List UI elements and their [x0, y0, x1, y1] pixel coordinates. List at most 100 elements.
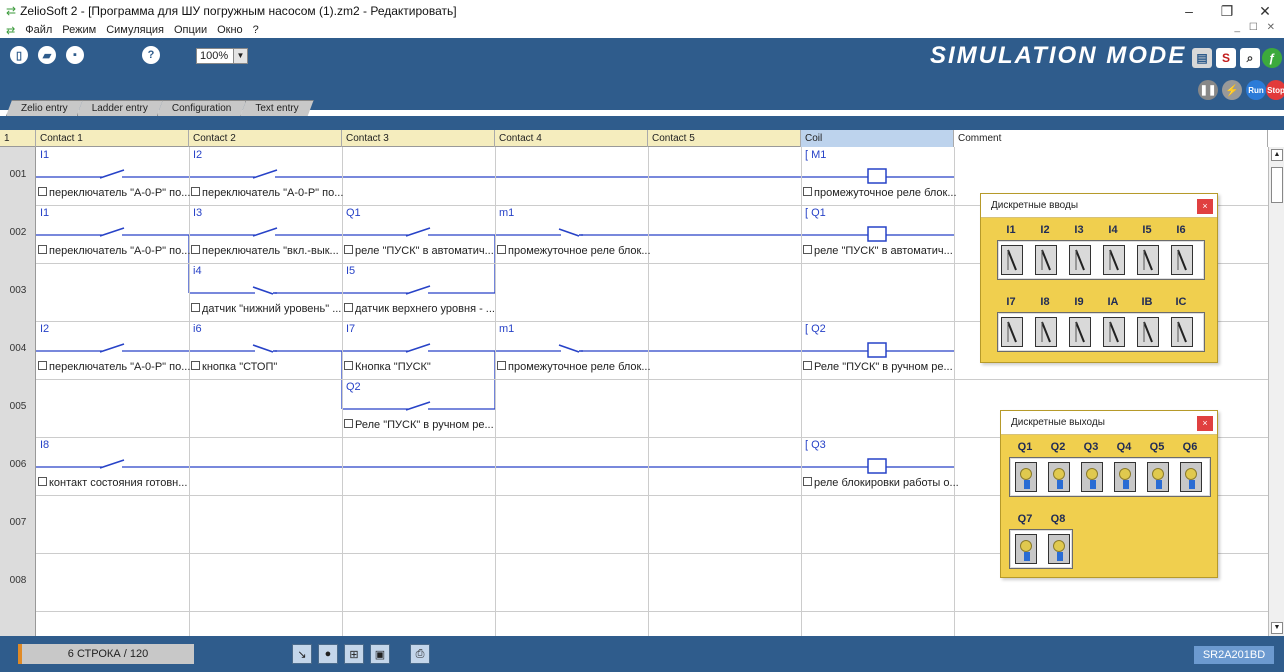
- run-button[interactable]: Run: [1246, 80, 1266, 100]
- input-switch-icon[interactable]: [1171, 245, 1193, 275]
- no-contact-symbol[interactable]: [99, 169, 125, 179]
- help-icon[interactable]: ?: [142, 46, 160, 64]
- no-contact-symbol[interactable]: [405, 227, 431, 237]
- nc-contact-symbol[interactable]: [558, 344, 583, 353]
- column-header-1[interactable]: Contact 1: [36, 130, 189, 147]
- coil-label[interactable]: [ Q2: [805, 323, 826, 335]
- column-header-6[interactable]: Coil: [801, 130, 954, 147]
- tab-configuration[interactable]: Configuration: [157, 100, 246, 116]
- contact-label[interactable]: m1: [499, 323, 514, 335]
- monitor-icon[interactable]: ▤: [1192, 48, 1212, 68]
- no-contact-symbol[interactable]: [99, 459, 125, 469]
- tab-zelio-entry[interactable]: Zelio entry: [6, 100, 83, 116]
- row-number[interactable]: 003: [0, 285, 36, 296]
- power-icon[interactable]: ⚡: [1222, 80, 1242, 100]
- coil-label[interactable]: [ M1: [805, 149, 826, 161]
- input-switch-icon[interactable]: [1001, 317, 1023, 347]
- coil-label[interactable]: [ Q1: [805, 207, 826, 219]
- contact-label[interactable]: I2: [40, 323, 49, 335]
- nc-contact-symbol[interactable]: [252, 344, 277, 353]
- contact-description[interactable]: кнопка "СТОП": [191, 361, 277, 373]
- coil-description[interactable]: реле "ПУСК" в автоматич...: [803, 245, 953, 257]
- row-number[interactable]: 006: [0, 459, 36, 470]
- input-switch-icon[interactable]: [1035, 317, 1057, 347]
- contact-description[interactable]: контакт состояния готовн...: [38, 477, 187, 489]
- contact-description[interactable]: датчик "нижний уровень" ...: [191, 303, 341, 315]
- zoom-lens-icon[interactable]: ⌕: [1240, 48, 1260, 68]
- input-switch-icon[interactable]: [1069, 245, 1091, 275]
- row-number[interactable]: 007: [0, 517, 36, 528]
- contact-description[interactable]: переключатель "А-0-Р" по...: [38, 245, 190, 257]
- nc-contact-symbol[interactable]: [558, 228, 583, 237]
- no-contact-symbol[interactable]: [99, 227, 125, 237]
- contact-label[interactable]: I1: [40, 149, 49, 161]
- contact-label[interactable]: m1: [499, 207, 514, 219]
- input-switch-icon[interactable]: [1035, 245, 1057, 275]
- coil-label[interactable]: [ Q3: [805, 439, 826, 451]
- network-icon[interactable]: ⊞: [344, 644, 364, 664]
- contact-description[interactable]: переключатель "А-0-Р" по...: [191, 187, 343, 199]
- input-switch-icon[interactable]: [1103, 317, 1125, 347]
- menu-simulation[interactable]: Симуляция: [101, 24, 169, 36]
- outputs-panel-close-button[interactable]: ×: [1197, 416, 1213, 431]
- step-icon[interactable]: ↘: [292, 644, 312, 664]
- column-header-4[interactable]: Contact 4: [495, 130, 648, 147]
- input-switch-icon[interactable]: [1069, 317, 1091, 347]
- input-switch-icon[interactable]: [1171, 317, 1193, 347]
- contact-description[interactable]: датчик верхнего уровня - ...: [344, 303, 495, 315]
- contact-label[interactable]: Q2: [346, 381, 361, 393]
- coil-description[interactable]: реле блокировки работы о...: [803, 477, 959, 489]
- new-file-icon[interactable]: ▯: [10, 46, 28, 64]
- contact-description[interactable]: промежуточное реле блок...: [497, 245, 651, 257]
- contact-label[interactable]: Q1: [346, 207, 361, 219]
- minimize-button[interactable]: –: [1170, 0, 1208, 22]
- row-number[interactable]: 008: [0, 575, 36, 586]
- coil-symbol[interactable]: [867, 168, 887, 184]
- column-header-7[interactable]: Comment: [954, 130, 1268, 147]
- module-icon[interactable]: ▣: [370, 644, 390, 664]
- zoom-select[interactable]: 100% ▼: [196, 48, 248, 64]
- close-button[interactable]: ✕: [1246, 0, 1284, 22]
- chevron-down-icon[interactable]: ▼: [233, 49, 247, 63]
- row-number[interactable]: 004: [0, 343, 36, 354]
- contact-description[interactable]: переключатель "вкл.-вык...: [191, 245, 339, 257]
- no-contact-symbol[interactable]: [405, 285, 431, 295]
- contact-description[interactable]: переключатель "А-0-Р" по...: [38, 187, 190, 199]
- row-number[interactable]: 001: [0, 169, 36, 180]
- child-window-controls[interactable]: _ ☐ ✕: [1235, 22, 1278, 33]
- coil-symbol[interactable]: [867, 226, 887, 242]
- menu-options[interactable]: Опции: [169, 24, 212, 36]
- no-contact-symbol[interactable]: [252, 169, 278, 179]
- coil-description[interactable]: Реле "ПУСК" в ручном ре...: [803, 361, 953, 373]
- restore-button[interactable]: ❐: [1208, 0, 1246, 22]
- pause-icon[interactable]: ❚❚: [1198, 80, 1218, 100]
- column-header-5[interactable]: Contact 5: [648, 130, 801, 147]
- stop-button[interactable]: Stop: [1266, 80, 1284, 100]
- menu-file[interactable]: Файл: [20, 24, 57, 36]
- contact-description[interactable]: Реле "ПУСК" в ручном ре...: [344, 419, 494, 431]
- contact-label[interactable]: I8: [40, 439, 49, 451]
- contact-description[interactable]: реле "ПУСК" в автоматич...: [344, 245, 494, 257]
- input-switch-icon[interactable]: [1103, 245, 1125, 275]
- open-folder-icon[interactable]: ▰: [38, 46, 56, 64]
- record-icon[interactable]: ●: [318, 644, 338, 664]
- no-contact-symbol[interactable]: [405, 401, 431, 411]
- scroll-up-icon[interactable]: ▲: [1271, 149, 1283, 161]
- tab-ladder-entry[interactable]: Ladder entry: [77, 100, 163, 116]
- contact-description[interactable]: Кнопка "ПУСК": [344, 361, 431, 373]
- scroll-thumb[interactable]: [1271, 167, 1283, 203]
- no-contact-symbol[interactable]: [405, 343, 431, 353]
- contact-label[interactable]: I5: [346, 265, 355, 277]
- coil-symbol[interactable]: [867, 458, 887, 474]
- contact-label[interactable]: I2: [193, 149, 202, 161]
- tab-text-entry[interactable]: Text entry: [240, 100, 313, 116]
- column-header-3[interactable]: Contact 3: [342, 130, 495, 147]
- contact-description[interactable]: промежуточное реле блок...: [497, 361, 651, 373]
- contact-label[interactable]: i6: [193, 323, 202, 335]
- input-switch-icon[interactable]: [1001, 245, 1023, 275]
- no-contact-symbol[interactable]: [252, 227, 278, 237]
- input-switch-icon[interactable]: [1137, 245, 1159, 275]
- row-number[interactable]: 005: [0, 401, 36, 412]
- no-contact-symbol[interactable]: [99, 343, 125, 353]
- menu-mode[interactable]: Режим: [57, 24, 101, 36]
